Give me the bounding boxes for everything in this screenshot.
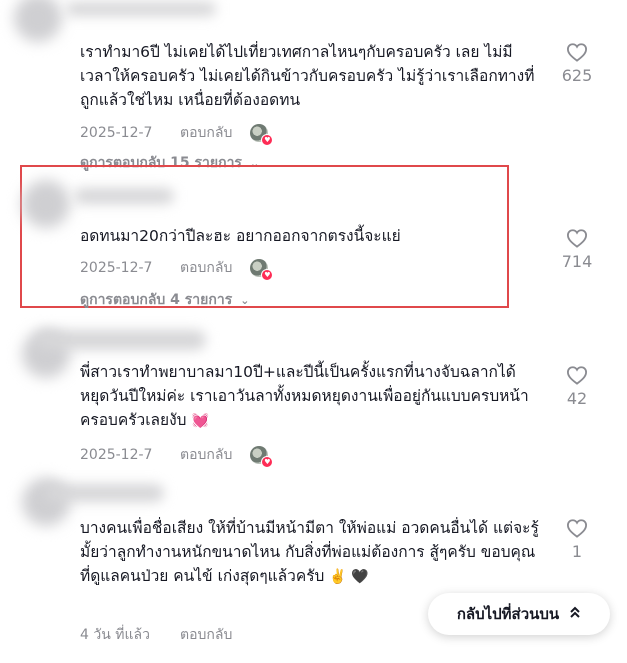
avatar[interactable]	[22, 180, 70, 228]
back-to-top-label: กลับไปที่ส่วนบน	[456, 605, 560, 623]
comment-date: 2025-12-7	[80, 260, 153, 276]
creator-liked-avatar: ♥	[250, 124, 274, 146]
reply-button[interactable]: ตอบกลับ	[180, 257, 232, 279]
comment-body: บางคนเพื่อชื่อเสียง ให้ที่บ้านมีหน้ามีตา…	[80, 519, 539, 585]
view-replies-button[interactable]: ดูการตอบกลับ 4 รายการ ⌄	[80, 289, 249, 311]
comment-meta: 4 วัน ที่แล้ว ตอบกลับ	[80, 624, 232, 646]
comment-meta: 2025-12-7 ตอบกลับ ♥	[80, 444, 274, 468]
comment-meta: 2025-12-7 ตอบกลับ ♥	[80, 122, 274, 146]
comment-date: 2025-12-7	[80, 125, 153, 141]
heart-emoji-icon: 💓	[191, 413, 209, 429]
heart-icon: ♥	[261, 134, 274, 146]
like-count: 714	[561, 252, 593, 271]
like-count: 1	[571, 542, 583, 561]
comment-text: เราทำมา6ปี ไม่เคยได้ไปเที่ยวเทศกาลไหนๆกั…	[80, 43, 535, 109]
comment-text: อดทนมา20กว่าปีละฮะ อยากออกจากตรงนี้จะแย่	[80, 227, 401, 245]
heart-outline-icon	[566, 43, 588, 62]
creator-liked-avatar: ♥	[250, 446, 274, 468]
emoji-icons: ✌️ 🖤	[329, 569, 369, 585]
heart-outline-icon	[566, 229, 588, 248]
reply-button[interactable]: ตอบกลับ	[180, 444, 232, 466]
username-blurred[interactable]	[36, 330, 206, 350]
comment-date: 2025-12-7	[80, 447, 153, 463]
reply-button[interactable]: ตอบกลับ	[180, 624, 232, 646]
reply-button[interactable]: ตอบกลับ	[180, 122, 232, 144]
chevron-down-icon: ⌄	[240, 293, 250, 307]
double-chevron-up-icon	[569, 605, 581, 623]
like-button[interactable]: 714	[557, 228, 597, 271]
back-to-top-button[interactable]: กลับไปที่ส่วนบน	[428, 593, 610, 635]
username-blurred[interactable]	[74, 188, 174, 204]
creator-liked-avatar: ♥	[250, 259, 274, 281]
view-replies-label: ดูการตอบกลับ 4 รายการ	[80, 292, 233, 308]
comment-text: บางคนเพื่อชื่อเสียง ให้ที่บ้านมีหน้ามีตา…	[80, 516, 540, 589]
like-button[interactable]: 625	[557, 42, 597, 85]
heart-outline-icon	[566, 366, 588, 385]
like-count: 625	[561, 66, 593, 85]
username-blurred[interactable]	[44, 484, 164, 502]
like-button[interactable]: 1	[557, 518, 597, 561]
comment-body: พี่สาวเราทำพยาบาลมา10ปี+และปีนี้เป็นครั้…	[80, 363, 529, 429]
username-blurred[interactable]	[66, 2, 216, 16]
comment-text: พี่สาวเราทำพยาบาลมา10ปี+และปีนี้เป็นครั้…	[80, 360, 540, 433]
heart-outline-icon	[566, 519, 588, 538]
comment-meta: 2025-12-7 ตอบกลับ ♥	[80, 257, 274, 281]
like-button[interactable]: 42	[557, 365, 597, 408]
avatar[interactable]	[14, 0, 62, 42]
like-count: 42	[566, 389, 588, 408]
comment-date: 4 วัน ที่แล้ว	[80, 627, 150, 643]
heart-icon: ♥	[261, 456, 274, 468]
